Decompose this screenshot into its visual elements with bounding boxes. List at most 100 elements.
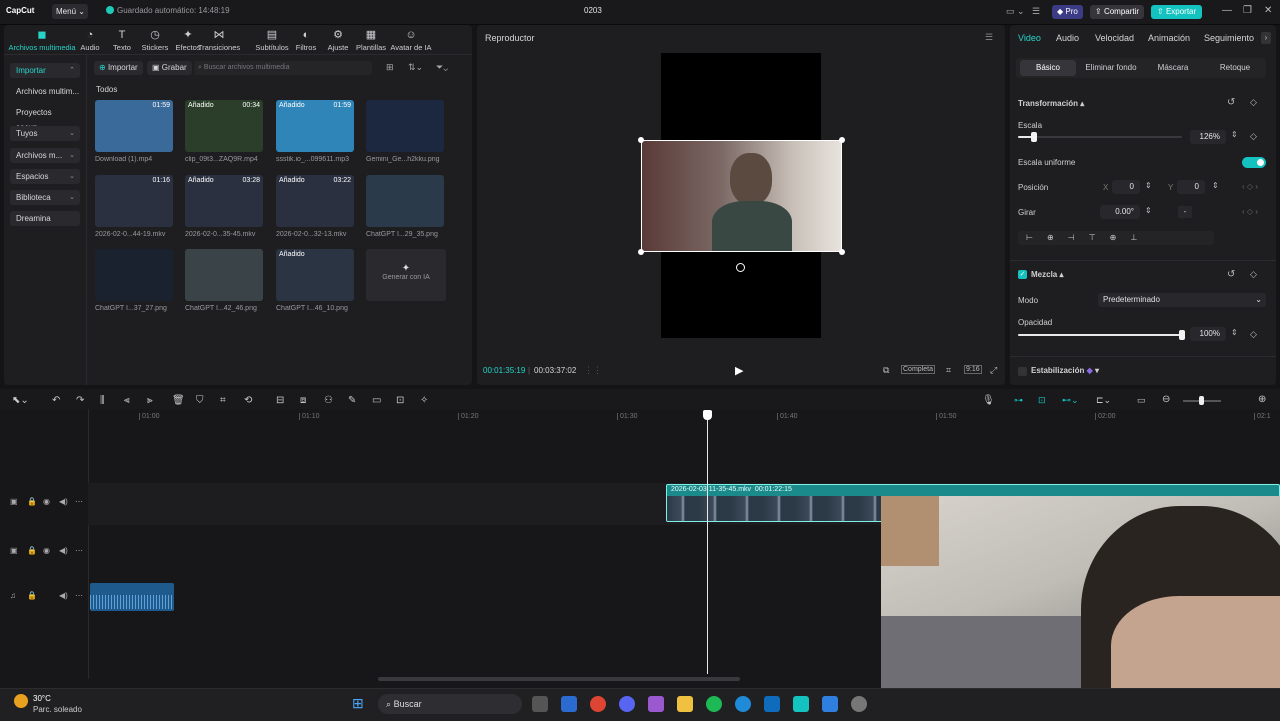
mail-icon[interactable] (764, 696, 780, 712)
play-icon[interactable]: ▶ (735, 364, 743, 377)
media-item[interactable]: Añadido ChatGPT I...46_10.png (276, 249, 358, 312)
import-button[interactable]: ⊕ Importar (94, 61, 143, 75)
toolbar-transition[interactable]: ⋈ Transiciones (197, 29, 241, 52)
media-item[interactable]: ChatGPT I...37_27.png (95, 249, 177, 312)
sidebar-item[interactable]: Biblioteca ⌄ (10, 190, 80, 205)
sidebar-item[interactable]: Proyectos secun... (10, 105, 80, 132)
search-input[interactable]: ⌕ Buscar archivos multimedia (194, 61, 372, 75)
copilot-icon[interactable] (648, 696, 664, 712)
opacity-slider-knob[interactable] (1179, 330, 1185, 340)
track-cover-icon[interactable]: ▣ (10, 546, 18, 555)
export-button[interactable]: ⇧ Exportar (1151, 5, 1203, 19)
media-item[interactable]: Añadido 03:28 2026-02-0...35-45.mkv (185, 175, 267, 238)
taskbar-search[interactable]: ⌕ Buscar (378, 694, 522, 714)
rotate-input[interactable]: 0.00° (1100, 205, 1140, 219)
redo-icon[interactable]: ↷ (76, 395, 84, 406)
record-button[interactable]: ▣ Grabar (147, 61, 192, 75)
shortcuts-icon[interactable]: ☰ (1032, 6, 1040, 17)
minimize-icon[interactable]: — (1222, 5, 1232, 16)
freeze-icon[interactable]: ⟲ (244, 395, 252, 406)
stepper-icon[interactable]: ⇕ (1145, 181, 1152, 190)
split-right-icon[interactable]: ⫸ (147, 395, 153, 406)
zoom-out-icon[interactable]: ⊖ (1162, 394, 1170, 405)
media-item[interactable]: Añadido 01:59 ssstik.io_...099611.mp3 (276, 100, 358, 163)
menu-button[interactable]: Menú ⌄ (52, 4, 88, 19)
zoom-fit-icon[interactable]: ⊕ (1258, 394, 1266, 405)
settings-icon[interactable] (851, 696, 867, 712)
maximize-icon[interactable]: ❐ (1243, 5, 1252, 16)
speaker-icon[interactable]: ◀) (59, 546, 68, 555)
sort-icon[interactable]: ⇅⌄ (408, 62, 423, 73)
more-icon[interactable]: ⋯ (75, 591, 83, 600)
keyframe-icon[interactable]: ◇ (1250, 329, 1257, 340)
stabilize-checkbox[interactable] (1018, 367, 1027, 376)
weather-icon[interactable] (14, 694, 28, 708)
preview-axis-icon[interactable]: ⊏⌄ (1096, 395, 1111, 406)
sidebar-item[interactable]: Espacios ⌄ (10, 169, 80, 184)
chevron-right-icon[interactable]: › (1261, 32, 1271, 44)
sidebar-item[interactable]: Archivos multim... (10, 84, 80, 99)
stepper-icon[interactable]: ⇕ (1212, 181, 1219, 190)
rotate-direction-icon[interactable]: - (1178, 206, 1192, 218)
resize-handle[interactable] (839, 137, 845, 143)
close-icon[interactable]: ✕ (1264, 5, 1272, 16)
rotate-handle-icon[interactable] (736, 263, 745, 272)
inspector-subtab[interactable]: Eliminar fondo (1080, 60, 1142, 76)
stepper-icon[interactable]: ⇕ (1231, 328, 1238, 337)
shield-icon[interactable]: ⛉ (196, 395, 204, 406)
snap-icon[interactable]: ⊷⌄ (1062, 395, 1079, 406)
fullscreen-icon[interactable]: ⤢ (990, 365, 997, 376)
microphone-icon[interactable]: 🎙 (982, 395, 995, 406)
full-quality-button[interactable]: Completa (901, 365, 935, 374)
scale-slider[interactable] (1018, 136, 1182, 138)
pos-x-input[interactable]: 0 (1112, 180, 1140, 194)
lock-icon[interactable]: 🔒 (27, 497, 37, 506)
chrome-icon[interactable] (590, 696, 606, 712)
inspector-subtab[interactable]: Básico (1020, 60, 1076, 76)
media-item[interactable]: 01:59 Download (1).mp4 (95, 100, 177, 163)
person-icon[interactable]: ⚇ (324, 395, 333, 406)
ratio-button[interactable]: 9:16 (964, 365, 982, 374)
media-item[interactable]: Gemini_Ge...h2kku.png (366, 100, 448, 163)
menu-icon[interactable]: ☰ (985, 32, 993, 43)
inspector-subtab[interactable]: Retoque (1206, 60, 1264, 76)
task-view-icon[interactable] (532, 696, 548, 712)
crop-icon[interactable]: ⌗ (220, 395, 226, 406)
more-icon[interactable]: ⋯ (75, 497, 83, 506)
inspector-tab[interactable]: Velocidad (1095, 33, 1134, 43)
undo-icon[interactable]: ↶ (52, 395, 60, 406)
folder-icon[interactable] (677, 696, 693, 712)
crop-icon[interactable]: ⌗ (946, 365, 951, 376)
keyframe-nav-icon[interactable]: ‹ ◇ › (1242, 182, 1258, 191)
stepper-icon[interactable]: ⇕ (1231, 130, 1238, 139)
inspector-subtab[interactable]: Máscara (1146, 60, 1200, 76)
sidebar-item[interactable]: Archivos m... ⌄ (10, 148, 80, 163)
ai-icon[interactable]: ✧ (420, 395, 428, 406)
todo-icon[interactable] (822, 696, 838, 712)
keyframe-icon[interactable]: ◇ (1250, 269, 1257, 280)
opacity-value[interactable]: 100% (1190, 327, 1226, 341)
media-item[interactable]: ChatGPT I...29_35.png (366, 175, 448, 238)
timeline-scrollbar[interactable] (378, 677, 740, 681)
reset-icon[interactable]: ↺ (1227, 269, 1235, 280)
playhead[interactable] (707, 412, 708, 674)
windows-start-icon[interactable]: ⊞ (352, 695, 364, 712)
pro-button[interactable]: ◆ Pro (1052, 5, 1083, 19)
split-icon[interactable]: ⫼ (100, 395, 105, 406)
scale-value[interactable]: 126% (1190, 130, 1226, 144)
caption-icon[interactable]: ▭ (1137, 395, 1146, 406)
align-buttons[interactable]: ⊢⊕⊣⊤⊕⊥ (1018, 231, 1214, 245)
media-item[interactable]: 01:16 2026-02-0...44-19.mkv (95, 175, 177, 238)
media-item[interactable]: ChatGPT I...42_46.png (185, 249, 267, 312)
pos-y-input[interactable]: 0 (1177, 180, 1205, 194)
inspector-tab[interactable]: Audio (1056, 33, 1079, 43)
grid-view-icon[interactable]: ⊞ (386, 62, 394, 73)
share-button[interactable]: ⇪ Compartir (1090, 5, 1145, 19)
split-left-icon[interactable]: ⫷ (124, 395, 130, 406)
reset-icon[interactable]: ↺ (1227, 97, 1235, 108)
generate-ai-button[interactable]: ✦ Generar con IA (366, 249, 446, 301)
sidebar-item[interactable]: Importar ⌃ (10, 63, 80, 78)
image-icon[interactable]: ⊡ (396, 395, 404, 406)
keyframe-nav-icon[interactable]: ‹ ◇ › (1242, 207, 1258, 216)
media-item[interactable]: Añadido 03:22 2026-02-0...32-13.mkv (276, 175, 358, 238)
